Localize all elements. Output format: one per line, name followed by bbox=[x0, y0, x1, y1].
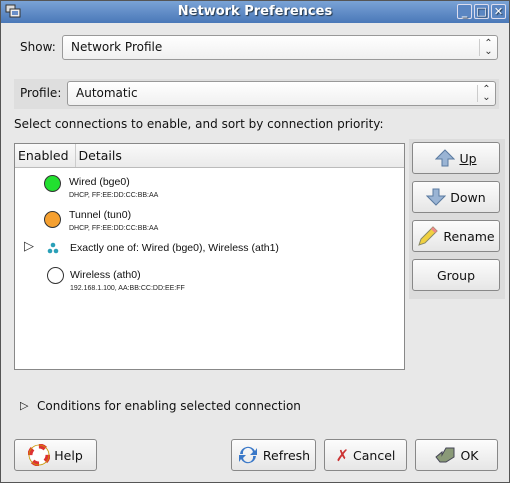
show-value: Network Profile bbox=[71, 40, 163, 54]
expander-triangle-icon[interactable]: ▷ bbox=[24, 239, 34, 254]
conditions-expander[interactable]: Conditions for enabling selected connect… bbox=[37, 399, 301, 413]
help-label: Help bbox=[54, 447, 83, 463]
network-app-icon bbox=[5, 4, 21, 18]
cancel-label: Cancel bbox=[353, 447, 396, 463]
show-label: Show: bbox=[20, 40, 56, 54]
down-button[interactable]: Down bbox=[412, 181, 500, 213]
profile-label: Profile: bbox=[20, 86, 62, 100]
status-green-icon[interactable] bbox=[44, 175, 61, 192]
updown-chevron-icon: ⌃ ⌄ bbox=[479, 39, 497, 57]
profile-select[interactable]: Automatic ⌃ ⌄ bbox=[67, 81, 496, 106]
lifebuoy-icon bbox=[28, 444, 51, 466]
rename-button[interactable]: Rename bbox=[412, 220, 500, 252]
connection-name: Wireless (ath0) bbox=[70, 269, 141, 281]
column-enabled[interactable]: Enabled bbox=[15, 144, 76, 167]
list-item-wired[interactable]: Wired (bge0) DHCP, FF:EE:DD:CC:BB:AA bbox=[15, 172, 404, 206]
connections-list[interactable]: Enabled Details Wired (bge0) DHCP, FF:EE… bbox=[14, 143, 405, 370]
connection-detail: DHCP, FF:EE:DD:CC:BB:AA bbox=[69, 225, 159, 232]
pencil-icon bbox=[418, 226, 439, 246]
refresh-label: Refresh bbox=[262, 447, 311, 463]
ok-hand-icon bbox=[435, 447, 455, 463]
list-item-group[interactable]: ▷ Exactly one of: Wired (bge0), Wireless… bbox=[15, 238, 404, 262]
group-icon bbox=[47, 242, 59, 254]
refresh-button[interactable]: Refresh bbox=[231, 439, 316, 471]
connection-name: Wired (bge0) bbox=[69, 176, 130, 188]
expander-triangle-icon[interactable]: ▷ bbox=[20, 399, 28, 412]
up-arrow-icon bbox=[435, 149, 456, 167]
cancel-button[interactable]: ✗ Cancel bbox=[324, 439, 407, 471]
group-label: Group bbox=[436, 267, 476, 283]
close-button[interactable]: ✕ bbox=[491, 4, 506, 19]
down-label: Down bbox=[450, 189, 486, 205]
ok-button[interactable]: OK bbox=[415, 439, 498, 471]
connection-name: Exactly one of: Wired (bge0), Wireless (… bbox=[70, 242, 279, 254]
x-icon: ✗ bbox=[335, 445, 350, 465]
connection-detail: DHCP, FF:EE:DD:CC:BB:AA bbox=[69, 192, 159, 199]
up-button[interactable]: Up bbox=[412, 142, 500, 174]
refresh-icon bbox=[238, 446, 257, 464]
maximize-button[interactable]: □ bbox=[474, 4, 489, 19]
title-bar: Network Preferences _ □ ✕ bbox=[1, 1, 509, 23]
connection-name: Tunnel (tun0) bbox=[69, 209, 132, 221]
instructions-text: Select connections to enable, and sort b… bbox=[14, 117, 384, 131]
profile-value: Automatic bbox=[76, 86, 138, 100]
minimize-button[interactable]: _ bbox=[457, 4, 472, 19]
status-orange-icon[interactable] bbox=[44, 211, 61, 228]
status-empty-icon[interactable] bbox=[47, 267, 64, 284]
ok-label: OK bbox=[460, 447, 479, 463]
up-label: Up bbox=[459, 150, 477, 166]
connection-detail: 192.168.1.100, AA:BB:CC:DD:EE:FF bbox=[70, 285, 185, 292]
network-preferences-window: Network Preferences _ □ ✕ Show: Network … bbox=[0, 0, 510, 483]
down-arrow-icon bbox=[426, 188, 447, 206]
list-item-wireless[interactable]: Wireless (ath0) 192.168.1.100, AA:BB:CC:… bbox=[15, 265, 404, 299]
updown-chevron-icon: ⌃ ⌄ bbox=[477, 85, 495, 103]
group-button[interactable]: Group bbox=[412, 259, 500, 291]
show-select[interactable]: Network Profile ⌃ ⌄ bbox=[62, 35, 498, 60]
rename-label: Rename bbox=[443, 228, 495, 244]
list-item-tunnel[interactable]: Tunnel (tun0) DHCP, FF:EE:DD:CC:BB:AA bbox=[15, 205, 404, 239]
column-details[interactable]: Details bbox=[76, 144, 128, 167]
help-button[interactable]: Help bbox=[14, 439, 97, 471]
window-title: Network Preferences bbox=[177, 4, 333, 19]
